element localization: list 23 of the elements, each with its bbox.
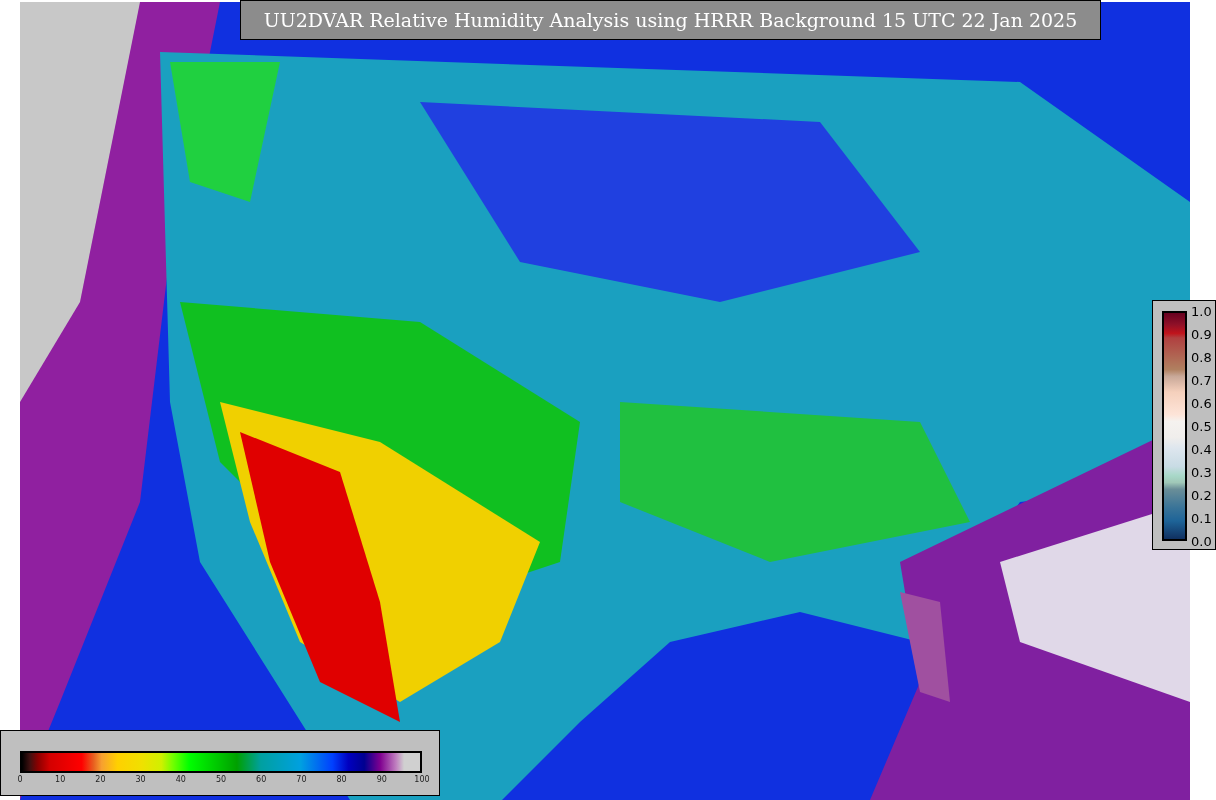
tick-label: 100 [414, 776, 430, 784]
tick-label: 90 [376, 776, 387, 784]
tick-label: 0.4 [1191, 442, 1212, 456]
tick-label: 0.1 [1191, 511, 1212, 525]
tick-label: 0.6 [1191, 396, 1212, 410]
tick-label: 40 [175, 776, 186, 784]
tick-label: 0.7 [1191, 373, 1212, 387]
tick-label: 1.0 [1191, 304, 1212, 318]
tick-label: 60 [256, 776, 267, 784]
tick-label: 0.0 [1191, 534, 1212, 548]
tick-label: 0 [17, 776, 23, 784]
tick-label: 30 [135, 776, 146, 784]
tick-label: 50 [215, 776, 227, 784]
tick-label: 20 [95, 776, 106, 784]
tick-label: 0.9 [1191, 327, 1212, 341]
map-title: UU2DVAR Relative Humidity Analysis using HRRR Background 15 UTC 22 Jan 2025 [263, 7, 1078, 33]
tick-label: 10 [55, 776, 66, 784]
tick-label: 0.3 [1191, 465, 1212, 479]
tick-label: 80 [336, 776, 347, 784]
tick-label: 0.2 [1191, 488, 1212, 502]
tick-label: 0.5 [1191, 419, 1212, 433]
tick-label: 70 [296, 776, 307, 784]
tick-label: 0.8 [1191, 350, 1212, 364]
